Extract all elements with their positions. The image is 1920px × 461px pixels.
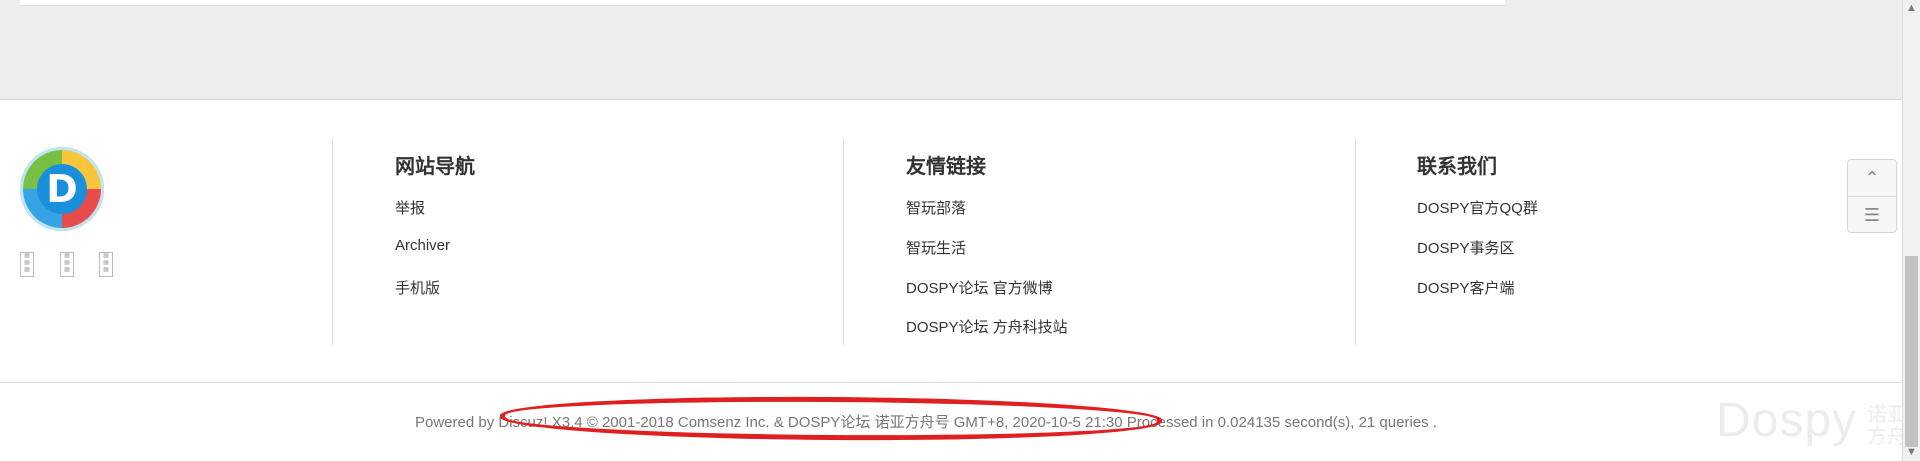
qr-code-icon[interactable]: ▦ ▦ ▦ bbox=[99, 252, 113, 277]
affairs-area-link[interactable]: DOSPY事务区 bbox=[1417, 237, 1515, 258]
scrollbar-thumb[interactable] bbox=[1905, 256, 1918, 447]
zhiwan-life-link[interactable]: 智玩生活 bbox=[906, 237, 966, 258]
site-footer: D ▦ ▦ ▦ ▦ ▦ ▦ ▦ ▦ ▦ 网站导航 举报 Archiver 手机版 友情链接 … bbox=[0, 100, 1907, 461]
footer-divider bbox=[1355, 139, 1356, 345]
mobile-version-link[interactable]: 手机版 bbox=[395, 277, 440, 298]
scroll-down-icon[interactable]: ▼ bbox=[1903, 444, 1920, 461]
back-to-top-icon[interactable]: ⌃ bbox=[1848, 160, 1896, 196]
contact-us-title: 联系我们 bbox=[1417, 156, 1497, 178]
archiver-link[interactable]: Archiver bbox=[395, 237, 450, 254]
watermark-side-text: 诺亚方舟 bbox=[1867, 404, 1907, 448]
logo-badge: D bbox=[37, 164, 87, 214]
side-toolbar: ⌃ ☰ bbox=[1847, 159, 1897, 233]
content-card-bottom bbox=[20, 0, 1505, 6]
zhiwan-tribe-link[interactable]: 智玩部落 bbox=[906, 197, 966, 218]
site-navigation-title: 网站导航 bbox=[395, 156, 475, 178]
footer-bottom-divider bbox=[0, 382, 1903, 383]
page-background-top bbox=[0, 0, 1903, 100]
report-link[interactable]: 举报 bbox=[395, 197, 425, 218]
logo-letter: D bbox=[46, 167, 78, 211]
footer-divider bbox=[843, 139, 844, 345]
list-icon[interactable]: ☰ bbox=[1848, 196, 1896, 233]
qq-group-link[interactable]: DOSPY官方QQ群 bbox=[1417, 197, 1538, 218]
dospy-tech-site-link[interactable]: DOSPY论坛 方舟科技站 bbox=[906, 316, 1068, 337]
site-logo[interactable]: D bbox=[20, 147, 104, 231]
scroll-up-icon[interactable]: ▲ bbox=[1903, 0, 1920, 17]
red-annotation-ellipse bbox=[499, 394, 1163, 443]
dospy-weibo-link[interactable]: DOSPY论坛 官方微博 bbox=[906, 277, 1053, 298]
footer-divider bbox=[332, 139, 333, 345]
qr-code-icon[interactable]: ▦ ▦ ▦ bbox=[20, 252, 34, 277]
friend-links-title: 友情链接 bbox=[906, 156, 986, 178]
dospy-watermark: Dospy bbox=[1716, 394, 1858, 447]
qr-code-icon[interactable]: ▦ ▦ ▦ bbox=[60, 252, 74, 277]
vertical-scrollbar[interactable]: ▲ ▼ bbox=[1902, 0, 1920, 461]
client-link[interactable]: DOSPY客户端 bbox=[1417, 277, 1515, 298]
